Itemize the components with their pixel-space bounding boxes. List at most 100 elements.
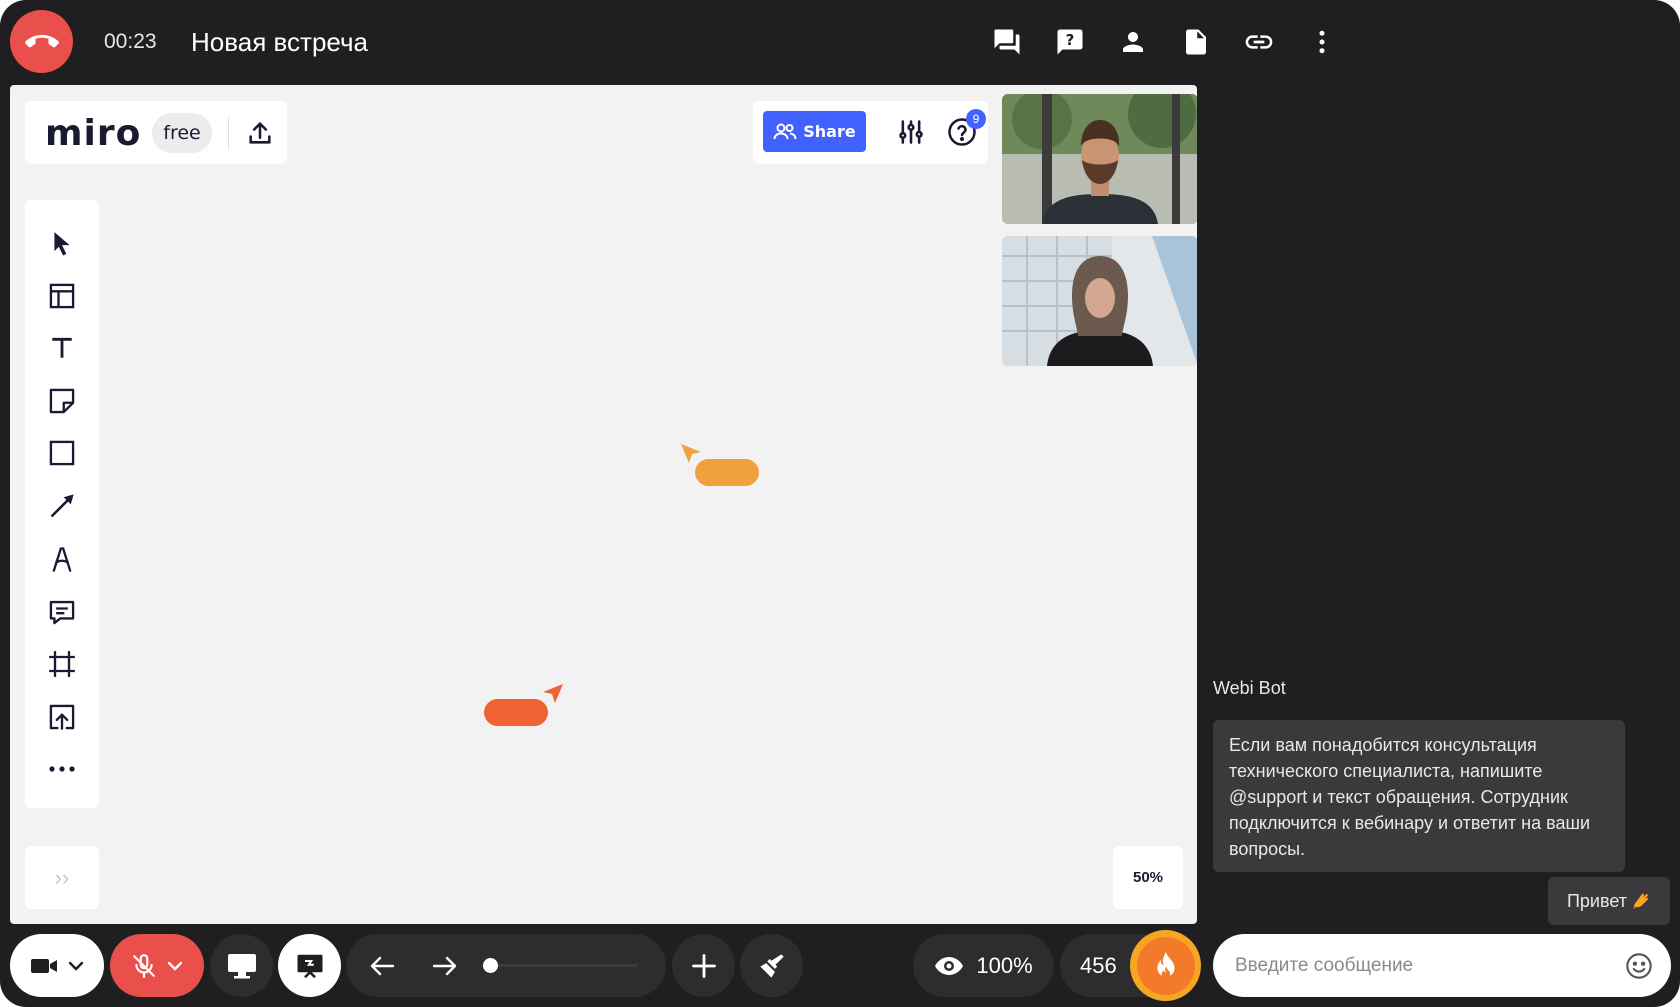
- tool-shape[interactable]: [43, 434, 81, 472]
- export-button[interactable]: [242, 115, 278, 151]
- presentation-button[interactable]: [278, 934, 341, 997]
- chat-input-container: [1213, 934, 1671, 997]
- templates-icon: [49, 283, 75, 309]
- shape-icon: [49, 440, 75, 466]
- notification-badge: 9: [966, 109, 986, 129]
- meeting-title: Новая встреча: [191, 27, 369, 57]
- upload-tool-icon: [49, 704, 75, 730]
- svg-text:?: ?: [1066, 31, 1075, 49]
- tool-frame[interactable]: [43, 645, 81, 683]
- participants-icon: [1123, 32, 1143, 52]
- waving-hand-icon: [1633, 893, 1649, 909]
- emoji-button[interactable]: [1623, 950, 1655, 982]
- tool-upload[interactable]: [43, 698, 81, 736]
- expand-panel-button[interactable]: ››: [25, 846, 99, 909]
- sliders-icon: [899, 120, 923, 144]
- monitor-icon: [227, 953, 256, 978]
- end-call-button[interactable]: [10, 10, 73, 73]
- slide-progress-handle[interactable]: [483, 958, 498, 973]
- share-label: Share: [803, 122, 856, 141]
- reaction-inner: [1136, 936, 1195, 995]
- more-menu-button[interactable]: [1302, 22, 1342, 62]
- text-icon: [52, 337, 72, 358]
- slide-navigation: [346, 934, 666, 997]
- fire-icon: [1156, 951, 1175, 979]
- participants-button[interactable]: [1113, 22, 1153, 62]
- next-slide-button[interactable]: [429, 950, 461, 982]
- participant-video[interactable]: [1002, 236, 1197, 366]
- broom-icon: [759, 953, 784, 978]
- more-vertical-icon: [1319, 30, 1325, 54]
- tool-line[interactable]: [43, 487, 81, 525]
- webinar-window: 00:23 Новая встреча ? miro free Share 9 …: [0, 0, 1680, 1007]
- chat-icon: [994, 29, 1020, 55]
- tool-pen[interactable]: [43, 540, 81, 578]
- tool-sticky-note[interactable]: [43, 382, 81, 420]
- participant-video-image: [1002, 94, 1197, 224]
- chat-button[interactable]: [987, 22, 1027, 62]
- reaction-button[interactable]: [1130, 930, 1201, 1001]
- board-toolbar: [25, 200, 99, 808]
- cursor-arrow-icon: [543, 684, 563, 703]
- slide-progress-track[interactable]: [482, 964, 638, 967]
- tool-comment[interactable]: [43, 593, 81, 631]
- chevron-down-icon: [167, 961, 183, 971]
- tool-select[interactable]: [43, 224, 81, 262]
- arrow-right-icon: [432, 956, 457, 976]
- tool-text[interactable]: [43, 329, 81, 367]
- board-top-right-panel: Share 9: [753, 101, 988, 164]
- chat-message-input[interactable]: [1235, 934, 1615, 997]
- select-icon: [54, 232, 70, 256]
- phone-hangup-icon: [24, 34, 59, 47]
- people-icon: [773, 123, 797, 139]
- copy-link-button[interactable]: [1239, 22, 1279, 62]
- reply-text: Привет: [1566, 890, 1628, 911]
- viewer-count: 456: [1080, 952, 1117, 978]
- question-icon: ?: [1057, 29, 1083, 55]
- share-button[interactable]: Share: [763, 111, 866, 152]
- presentation-icon: [297, 954, 322, 978]
- board-logo-panel: miro free: [25, 101, 287, 164]
- frame-icon: [49, 651, 75, 677]
- board-settings-button[interactable]: [895, 116, 927, 148]
- divider: [228, 117, 229, 149]
- chevron-down-icon: [68, 961, 84, 971]
- upload-icon: [249, 122, 271, 144]
- clear-button[interactable]: [740, 934, 803, 997]
- plus-icon: [691, 953, 716, 978]
- link-icon: [1245, 35, 1273, 49]
- pen-icon: [52, 547, 72, 572]
- miro-board[interactable]: miro free Share 9 ›› 50%: [10, 85, 1197, 924]
- camera-toggle[interactable]: [10, 934, 104, 997]
- document-icon: [1186, 29, 1206, 55]
- participant-video[interactable]: [1002, 94, 1197, 224]
- chat-sender-name: Webi Bot: [1213, 678, 1286, 698]
- arrow-line-icon: [50, 494, 74, 518]
- volume-level: 100%: [976, 952, 1033, 978]
- zoom-level[interactable]: 50%: [1113, 846, 1183, 909]
- more-tools-icon: [49, 766, 75, 772]
- smiley-icon: [1626, 953, 1652, 979]
- comment-icon: [49, 600, 75, 625]
- chat-message: Если вам понадобится консультация технич…: [1213, 720, 1625, 872]
- sticky-note-icon: [49, 388, 75, 414]
- tool-more[interactable]: [43, 750, 81, 788]
- documents-button[interactable]: [1176, 22, 1216, 62]
- microphone-toggle[interactable]: [110, 934, 204, 997]
- eye-icon: [935, 956, 964, 975]
- tool-templates[interactable]: [43, 277, 81, 315]
- collaborator-cursor-label: [695, 459, 759, 486]
- video-camera-icon: [31, 958, 57, 973]
- miro-logo: miro: [45, 113, 142, 154]
- plan-badge: free: [152, 113, 212, 153]
- volume-control[interactable]: 100%: [913, 934, 1054, 997]
- arrow-left-icon: [370, 956, 395, 976]
- previous-slide-button[interactable]: [366, 950, 398, 982]
- collaborator-cursor-label: [484, 699, 548, 726]
- call-timer: 00:23: [104, 30, 157, 53]
- mic-off-icon: [133, 953, 155, 978]
- questions-button[interactable]: ?: [1050, 22, 1090, 62]
- add-button[interactable]: [672, 934, 735, 997]
- screen-share-button[interactable]: [210, 934, 273, 997]
- chat-reply-message: Привет: [1548, 877, 1670, 925]
